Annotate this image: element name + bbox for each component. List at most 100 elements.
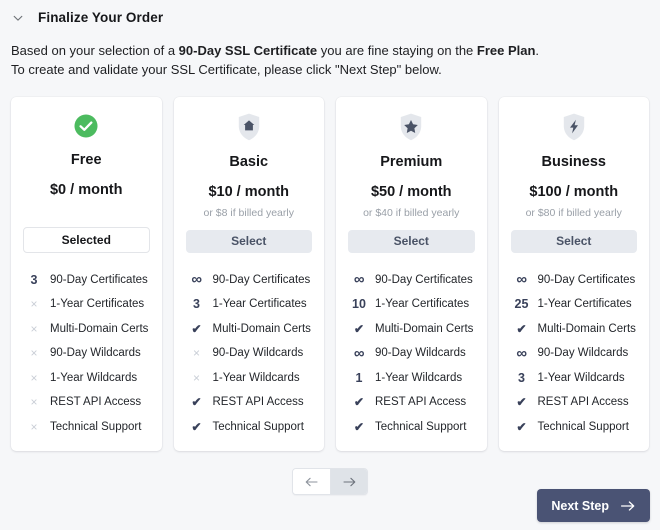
feature-marker: ✔ [353, 419, 365, 434]
plan-feature-list: 3 90-Day Certificates × 1-Year Certificate… [23, 268, 150, 440]
feature-row: ✔ Technical Support [511, 415, 638, 440]
feature-marker: ∞ [516, 271, 527, 289]
feature-row: 3 90-Day Certificates [23, 268, 150, 293]
feature-row: ∞ 90-Day Wildcards [348, 341, 475, 366]
description-text-1: Based on your selection of a [11, 43, 179, 58]
plan-card-list: Free $0 / month Selected 3 90-Day Certifi… [0, 79, 660, 451]
feature-label: REST API Access [50, 396, 142, 409]
plan-name: Premium [380, 154, 443, 170]
feature-row: × 1-Year Wildcards [186, 366, 313, 391]
feature-row: ✔ REST API Access [511, 390, 638, 415]
feature-row: × 90-Day Wildcards [186, 341, 313, 366]
feature-row: ✔ REST API Access [348, 390, 475, 415]
arrow-right-icon[interactable] [330, 469, 367, 494]
plan-feature-list: ∞ 90-Day Certificates 25 1-Year Certificat… [511, 268, 638, 440]
next-step-button[interactable]: Next Step [537, 489, 650, 522]
description-line-1: Based on your selection of a 90-Day SSL … [11, 41, 660, 60]
feature-marker: ✔ [353, 321, 365, 336]
feature-marker: ✔ [516, 419, 527, 434]
feature-marker: × [30, 395, 38, 410]
description-bold-plan: Free Plan [476, 43, 536, 58]
plan-card-business[interactable]: Business $100 / month or $80 if billed y… [498, 97, 649, 451]
feature-label: 1-Year Certificates [50, 298, 145, 311]
feature-row: 25 1-Year Certificates [511, 292, 638, 317]
feature-marker: × [30, 419, 38, 434]
feature-row: ∞ 90-Day Certificates [511, 268, 638, 293]
feature-label: 90-Day Certificates [375, 273, 473, 286]
plan-feature-list: ∞ 90-Day Certificates 10 1-Year Certificat… [348, 268, 475, 440]
feature-label: Multi-Domain Certs [375, 322, 474, 335]
feature-marker: × [30, 370, 38, 385]
feature-row: ✔ Technical Support [186, 415, 313, 440]
feature-row: ✔ Multi-Domain Certs [186, 317, 313, 342]
feature-label: Multi-Domain Certs [212, 322, 311, 335]
plan-price: $50 / month [370, 184, 452, 200]
plan-select-button[interactable]: Select [510, 230, 637, 253]
plan-name: Business [541, 154, 606, 170]
feature-label: 1-Year Wildcards [50, 371, 138, 384]
plan-card-premium[interactable]: Premium $50 / month or $40 if billed yea… [336, 97, 487, 451]
feature-label: 90-Day Wildcards [212, 347, 304, 360]
feature-marker: 3 [30, 272, 38, 287]
feature-row: ✔ Multi-Domain Certs [511, 317, 638, 342]
feature-label: Multi-Domain Certs [50, 322, 149, 335]
description-text-3: . [535, 43, 540, 58]
plan-yearly-note: or $40 if billed yearly [363, 207, 460, 219]
arrow-right-icon [620, 500, 636, 512]
feature-label: Technical Support [212, 420, 304, 433]
feature-label: 1-Year Certificates [212, 298, 307, 311]
feature-label: 1-Year Wildcards [212, 371, 300, 384]
feature-row: × 1-Year Wildcards [23, 366, 150, 391]
feature-marker: 25 [514, 297, 529, 312]
feature-marker: 10 [352, 297, 366, 312]
plan-card-basic[interactable]: Basic $10 / month or $8 if billed yearly… [173, 97, 324, 451]
description-text-2: you are fine staying on the [317, 43, 477, 58]
feature-label: 90-Day Certificates [212, 273, 311, 286]
feature-row: ✔ Multi-Domain Certs [348, 317, 475, 342]
feature-row: 3 1-Year Wildcards [511, 366, 638, 391]
feature-label: 90-Day Wildcards [375, 347, 466, 360]
arrow-left-icon[interactable] [293, 469, 330, 494]
feature-marker: ∞ [353, 271, 365, 289]
feature-label: 1-Year Wildcards [537, 371, 625, 384]
plan-select-button[interactable]: Select [348, 230, 475, 253]
feature-marker: ∞ [191, 271, 202, 289]
feature-label: 1-Year Certificates [375, 298, 470, 311]
feature-marker: ✔ [516, 321, 527, 336]
feature-row: ∞ 90-Day Certificates [186, 268, 313, 293]
feature-marker: ✔ [191, 419, 202, 434]
description-line-2: To create and validate your SSL Certific… [11, 62, 442, 77]
plan-select-button[interactable]: Select [185, 230, 312, 253]
feature-marker: ✔ [353, 395, 365, 410]
plan-price: $0 / month [49, 182, 123, 198]
feature-row: ∞ 90-Day Certificates [348, 268, 475, 293]
feature-label: REST API Access [537, 396, 629, 409]
feature-marker: 3 [518, 370, 525, 385]
feature-marker: × [192, 370, 200, 385]
plan-select-button[interactable]: Selected [23, 226, 150, 253]
plan-name: Free [70, 152, 102, 168]
feature-row: 10 1-Year Certificates [348, 292, 475, 317]
feature-label: REST API Access [375, 396, 467, 409]
feature-label: 90-Day Wildcards [537, 347, 629, 360]
feature-label: 90-Day Certificates [537, 273, 636, 286]
feature-label: 90-Day Certificates [50, 273, 148, 286]
section-header: Finalize Your Order [0, 0, 660, 28]
feature-label: Technical Support [50, 420, 142, 433]
next-step-bar: Next Step [537, 489, 650, 522]
feature-row: 3 1-Year Certificates [186, 292, 313, 317]
plan-yearly-note: or $8 if billed yearly [203, 207, 294, 219]
feature-row: × Multi-Domain Certs [23, 317, 150, 342]
feature-label: Multi-Domain Certs [537, 322, 636, 335]
feature-row: × Technical Support [23, 415, 150, 440]
chevron-down-icon[interactable] [11, 11, 25, 25]
order-description: Based on your selection of a 90-Day SSL … [0, 28, 660, 79]
feature-marker: × [30, 321, 38, 336]
feature-marker: ✔ [191, 395, 202, 410]
feature-marker: 3 [193, 297, 200, 312]
shield-star-icon [348, 112, 475, 142]
plan-card-free[interactable]: Free $0 / month Selected 3 90-Day Certifi… [11, 97, 162, 451]
plan-price: $10 / month [208, 184, 290, 200]
feature-label: 1-Year Wildcards [375, 371, 463, 384]
feature-marker: ✔ [191, 321, 202, 336]
